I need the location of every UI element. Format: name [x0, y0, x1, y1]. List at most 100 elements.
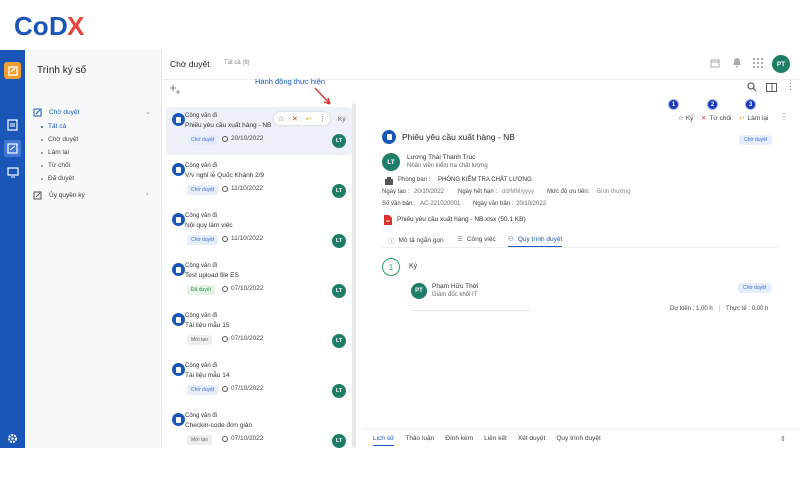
- sidebar-group-delegate-label: Ủy quyền ký: [49, 192, 85, 199]
- list-item[interactable]: Công văn đi Tài liệu mẫu 15 Mới tạo 07/1…: [166, 307, 352, 355]
- reject-button[interactable]: ✕ Từ chối: [701, 114, 732, 123]
- list-item[interactable]: Công văn đi Test upload file ES Đã duyệt…: [166, 257, 352, 305]
- avatar: LT: [332, 334, 346, 348]
- step-number: 1: [382, 258, 400, 276]
- bell-icon[interactable]: [732, 57, 742, 68]
- signer-avatar: PT: [411, 283, 427, 299]
- step-name: Ký: [409, 263, 418, 270]
- list-item[interactable]: Công văn đi Checkin-code đơn giản Mới tạ…: [166, 407, 352, 448]
- clock-icon: [222, 185, 228, 192]
- sidebar-group-delegate[interactable]: Ủy quyền ký: [33, 191, 85, 200]
- tab-links[interactable]: Liên kết: [484, 435, 507, 442]
- redo-button[interactable]: ↩ Làm lại: [739, 114, 768, 123]
- document-list: Công văn đi Phiếu yêu cầu xuất hàng - NB…: [162, 103, 352, 448]
- status-badge: Đã duyệt: [187, 285, 216, 295]
- star-icon[interactable]: ☆: [278, 115, 284, 123]
- svg-text:D: D: [49, 11, 68, 41]
- document-type-icon: [172, 363, 185, 376]
- tab-discussion[interactable]: Thảo luận: [405, 435, 434, 442]
- close-icon[interactable]: ✕: [292, 115, 298, 123]
- tab-summary[interactable]: ⓘ Mô tả ngắn gọn: [388, 235, 444, 246]
- document-type-icon: [382, 130, 396, 144]
- document-type-icon: [172, 263, 185, 276]
- step-marker-1: 1: [668, 99, 679, 110]
- department-label: Phòng ban :: [398, 177, 431, 183]
- avatar: LT: [332, 134, 346, 148]
- sidebar-item-pending[interactable]: Chờ duyệt: [41, 136, 78, 143]
- list-scrollbar[interactable]: [352, 103, 356, 448]
- search-icon[interactable]: [747, 82, 757, 92]
- document-type-icon: [172, 213, 185, 226]
- docdate-value: 20/10/2022: [516, 201, 547, 207]
- list-item[interactable]: Công văn đi Phiếu yêu cầu xuất hàng - NB…: [166, 107, 352, 155]
- expire-value: dd/MM/yyyy: [502, 189, 535, 195]
- sign-button[interactable]: ☆ Ký: [678, 114, 693, 123]
- sign-icon[interactable]: [4, 140, 21, 157]
- sidebar-item-rejected[interactable]: Từ chối: [41, 162, 70, 169]
- close-icon: ✕: [701, 115, 707, 122]
- clock-icon: [222, 285, 228, 292]
- list-item[interactable]: Công văn đi Tài liệu mẫu 14 Chờ duyệt 07…: [166, 357, 352, 405]
- priority-value: Bình thường: [597, 189, 631, 195]
- redo-icon[interactable]: ↩: [305, 115, 311, 123]
- app-icon[interactable]: [4, 62, 21, 79]
- status-badge: Mới tạo: [187, 435, 212, 445]
- monitor-icon[interactable]: [4, 164, 21, 181]
- sign-action-label[interactable]: Ký: [338, 116, 346, 123]
- actual-time: Thực tế : 0,00 h: [726, 306, 769, 312]
- tab-tasks[interactable]: ☰ Công việc: [457, 235, 496, 244]
- more-icon[interactable]: ⋮: [319, 115, 326, 123]
- apps-grid-icon[interactable]: [753, 58, 763, 68]
- clock-icon: [222, 335, 228, 342]
- clock-icon: [222, 235, 228, 242]
- more-vertical-icon[interactable]: ⋮: [780, 112, 788, 121]
- tab-review[interactable]: Xét duyệt: [518, 435, 545, 442]
- clock-icon: [222, 435, 228, 442]
- clock-icon: [222, 135, 228, 142]
- more-vertical-icon[interactable]: ⋮: [786, 81, 795, 92]
- list-item[interactable]: Công văn đi Nội quy làm việc Chờ duyệt 1…: [166, 207, 352, 255]
- calendar-icon[interactable]: [710, 58, 720, 68]
- list-item[interactable]: Công văn đi V/v nghỉ lễ Quốc Khánh 2/9 C…: [166, 157, 352, 205]
- created-label: Ngày tạo :: [382, 189, 410, 195]
- page-title: Chờ duyệt: [170, 59, 210, 69]
- sidebar-group-pending-label: Chờ duyệt: [49, 109, 80, 116]
- attachment-file-link[interactable]: Phiếu yêu cầu xuất hàng - NB.xlsx (50.1 …: [397, 216, 526, 223]
- tab-history[interactable]: Lịch sử: [373, 435, 395, 446]
- document-title: Phiếu yêu cầu xuất hàng - NB: [402, 132, 515, 142]
- signer-status-badge: Chờ duyệt: [738, 283, 772, 293]
- add-sparkle-icon[interactable]: [170, 84, 180, 94]
- sidebar-group-pending[interactable]: Chờ duyệt: [33, 108, 79, 117]
- sidebar-item-all[interactable]: Tất cả: [41, 123, 66, 130]
- step-marker-3: 3: [745, 99, 756, 110]
- user-avatar[interactable]: PT: [772, 55, 790, 73]
- document-icon[interactable]: [4, 116, 21, 133]
- hover-action-bar: ☆ ✕ ↩ ⋮: [274, 112, 330, 125]
- settings-gear-icon[interactable]: [4, 430, 21, 447]
- sidebar-title: Trình ký số: [37, 65, 87, 76]
- chevron-right-icon[interactable]: ›: [146, 191, 148, 198]
- top-bar: Chờ duyệt Tất cả (8) PT: [162, 50, 800, 80]
- annotation-label: Hành động thực hiện: [255, 77, 326, 86]
- tab-approval-process[interactable]: Quy trình duyệt: [556, 435, 600, 442]
- divider: [411, 310, 531, 311]
- docdate-label: Ngày văn bản :: [473, 201, 514, 207]
- info-icon: ⓘ: [388, 238, 395, 245]
- expand-collapse-icon[interactable]: ⇕: [780, 435, 786, 443]
- tab-approval-flow[interactable]: ⚇ Quy trình duyệt: [508, 235, 563, 247]
- tab-attachments[interactable]: Đính kèm: [445, 435, 473, 442]
- chevron-down-icon[interactable]: ⌄: [145, 108, 151, 116]
- docno-value: AC-221020001: [420, 201, 461, 207]
- avatar: LT: [332, 284, 346, 298]
- view-toggle-icon[interactable]: [766, 83, 777, 92]
- docno-label: Số văn bản :: [382, 201, 416, 207]
- detail-panel: 1 2 3 ☆ Ký ✕ Từ chối ↩ Làm lại ⋮ Phiếu yêu …: [362, 99, 800, 423]
- document-type-icon: [172, 113, 185, 126]
- sidebar-item-redo[interactable]: Làm lại: [41, 149, 69, 156]
- department-value: PHÒNG KIỂM TRA CHẤT LƯỢNG: [438, 177, 532, 183]
- pdf-file-icon: [384, 215, 392, 225]
- tab-all[interactable]: Tất cả (8): [224, 60, 250, 66]
- sidebar-item-approved[interactable]: Đã duyệt: [41, 175, 74, 182]
- sidebar: Trình ký số Chờ duyệt ⌄ Tất cả Chờ duyệt…: [25, 50, 162, 448]
- avatar: LT: [332, 434, 346, 448]
